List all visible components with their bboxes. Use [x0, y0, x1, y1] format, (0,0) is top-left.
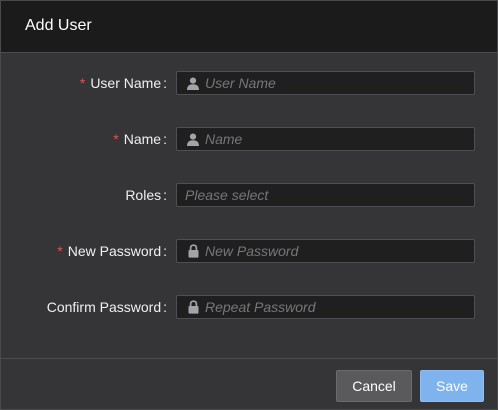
label-separator: :: [163, 187, 167, 203]
form-row-new-password: * New Password:: [1, 239, 497, 263]
label-separator: :: [163, 131, 167, 147]
required-marker: *: [79, 75, 86, 91]
roles-select[interactable]: [176, 183, 475, 207]
footer-divider: [1, 358, 497, 359]
field-label-text: New Password: [67, 243, 162, 259]
field-label-text: Roles: [125, 187, 162, 203]
field-label: * Name:: [113, 127, 167, 151]
user-name-field[interactable]: [176, 71, 475, 95]
field-label-text: User Name: [90, 75, 162, 91]
user-icon: [177, 72, 205, 94]
field-label: Roles:: [125, 183, 167, 207]
name-field[interactable]: [176, 127, 475, 151]
confirm-password-input[interactable]: [205, 296, 474, 318]
dialog-header: Add User: [1, 1, 497, 53]
lock-icon: [177, 240, 205, 262]
confirm-password-field[interactable]: [176, 295, 475, 319]
field-label: * New Password:: [57, 239, 167, 263]
cancel-button[interactable]: Cancel: [336, 370, 412, 402]
field-label-text: Confirm Password: [46, 299, 162, 315]
required-marker: *: [57, 243, 63, 259]
form-row-name: * Name:: [1, 127, 497, 151]
roles-input[interactable]: [177, 184, 474, 206]
label-separator: :: [163, 299, 167, 315]
lock-icon: [177, 296, 205, 318]
name-input[interactable]: [205, 128, 474, 150]
form-row-confirm-password: Confirm Password:: [1, 295, 497, 319]
add-user-dialog: Add User *User Name: *Name:: [0, 0, 498, 410]
user-icon: [177, 128, 205, 150]
field-label: * User Name:: [80, 71, 167, 95]
new-password-field[interactable]: [176, 239, 475, 263]
form-row-roles: Roles:: [1, 183, 497, 207]
save-button[interactable]: Save: [420, 370, 484, 402]
field-label-text: Name: [123, 131, 162, 147]
label-separator: :: [163, 243, 167, 259]
field-label: Confirm Password:: [47, 295, 167, 319]
user-name-input[interactable]: [205, 72, 474, 94]
form-row-user-name: * User Name:: [1, 71, 497, 95]
label-separator: :: [163, 75, 167, 91]
dialog-title: Add User: [25, 17, 92, 34]
required-marker: *: [113, 131, 119, 147]
new-password-input[interactable]: [205, 240, 474, 262]
